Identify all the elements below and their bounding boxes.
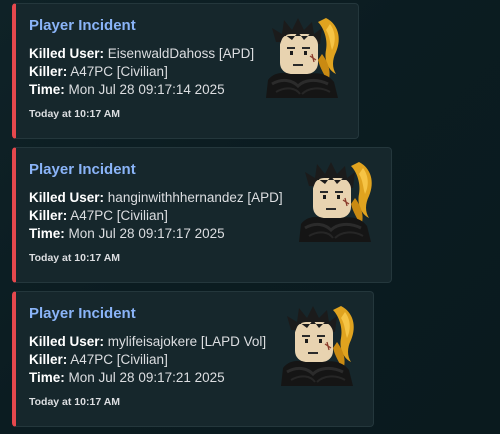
- killed-user-value: hanginwithhhernandez [APD]: [107, 190, 283, 205]
- embed-timestamp: Today at 10:17 AM: [29, 108, 121, 120]
- killer-label: Killer:: [29, 352, 68, 367]
- time-value: Mon Jul 28 09:17:17 2025: [68, 226, 225, 241]
- time-label: Time:: [29, 82, 65, 97]
- embed-title: Player Incident: [29, 17, 136, 34]
- killer-value: A47PC [Civilian]: [70, 64, 168, 79]
- time-row: Time: Mon Jul 28 09:17:14 2025: [29, 81, 254, 99]
- killer-value: A47PC [Civilian]: [70, 208, 168, 223]
- avatar-thumbnail-icon[interactable]: [295, 158, 379, 242]
- embed-title: Player Incident: [29, 161, 136, 178]
- killed-user-value: mylifeisajokere [LAPD Vol]: [107, 334, 267, 349]
- embed-timestamp: Today at 10:17 AM: [29, 396, 121, 408]
- time-label: Time:: [29, 370, 65, 385]
- embed-fields: Killed User: mylifeisajokere [LAPD Vol] …: [29, 333, 266, 387]
- time-value: Mon Jul 28 09:17:14 2025: [68, 82, 225, 97]
- embed-fields: Killed User: EisenwaldDahoss [APD] Kille…: [29, 45, 254, 99]
- killer-row: Killer: A47PC [Civilian]: [29, 207, 283, 225]
- time-label: Time:: [29, 226, 65, 241]
- incident-embed: Player Incident Killed User: EisenwaldDa…: [12, 3, 359, 139]
- killed-user-label: Killed User:: [29, 190, 105, 205]
- killer-row: Killer: A47PC [Civilian]: [29, 351, 266, 369]
- time-row: Time: Mon Jul 28 09:17:21 2025: [29, 369, 266, 387]
- killed-user-row: Killed User: hanginwithhhernandez [APD]: [29, 189, 283, 207]
- killed-user-label: Killed User:: [29, 334, 105, 349]
- avatar-thumbnail-icon[interactable]: [277, 302, 361, 386]
- killed-user-label: Killed User:: [29, 46, 105, 61]
- embed-title: Player Incident: [29, 305, 136, 322]
- killer-value: A47PC [Civilian]: [70, 352, 168, 367]
- embed-fields: Killed User: hanginwithhhernandez [APD] …: [29, 189, 283, 243]
- killer-label: Killer:: [29, 64, 68, 79]
- incident-embed: Player Incident Killed User: hanginwithh…: [12, 147, 392, 283]
- embed-timestamp: Today at 10:17 AM: [29, 252, 121, 264]
- avatar-thumbnail-icon[interactable]: [262, 14, 346, 98]
- time-value: Mon Jul 28 09:17:21 2025: [68, 370, 225, 385]
- killed-user-row: Killed User: mylifeisajokere [LAPD Vol]: [29, 333, 266, 351]
- killed-user-value: EisenwaldDahoss [APD]: [107, 46, 255, 61]
- killer-row: Killer: A47PC [Civilian]: [29, 63, 254, 81]
- time-row: Time: Mon Jul 28 09:17:17 2025: [29, 225, 283, 243]
- killer-label: Killer:: [29, 208, 68, 223]
- incident-embed: Player Incident Killed User: mylifeisajo…: [12, 291, 374, 427]
- killed-user-row: Killed User: EisenwaldDahoss [APD]: [29, 45, 254, 63]
